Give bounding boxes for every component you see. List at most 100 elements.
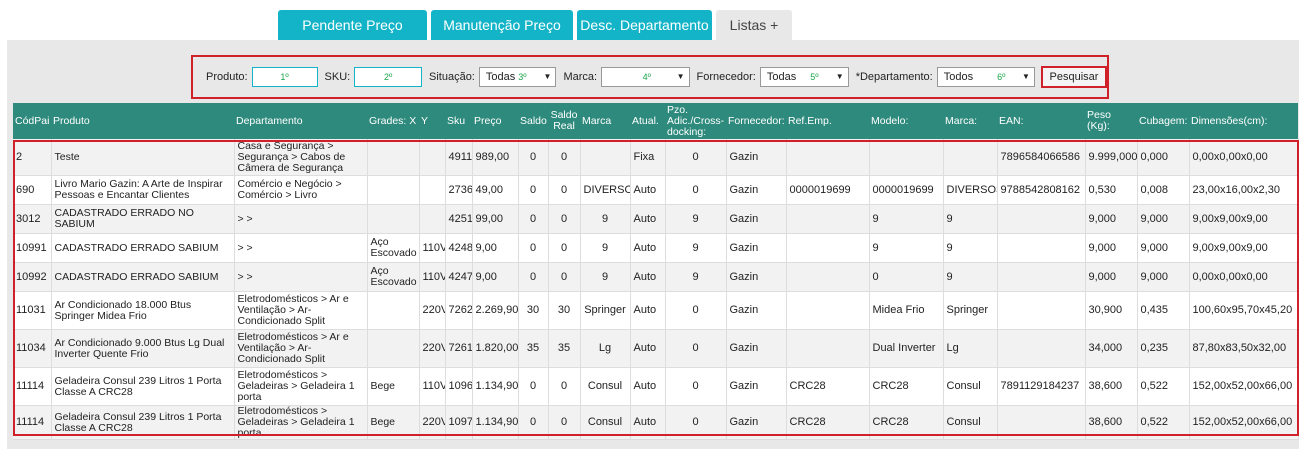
table-cell: 0	[665, 329, 727, 368]
table-cell: Aço Escovado	[367, 262, 420, 292]
table-cell: 1.820,00	[472, 329, 519, 368]
table-cell: Eletrodomésticos > Geladeiras > Geladeir…	[234, 367, 368, 406]
column-header: Y	[419, 103, 445, 139]
table-cell: Comércio e Negócio > Comércio > Livro	[234, 175, 368, 205]
table-cell: 0	[518, 139, 549, 176]
table-cell: 9788542808162	[997, 175, 1086, 205]
table-cell: Auto	[630, 329, 666, 368]
table-row[interactable]: 11114 Geladeira Consul 239 Litros 1 Porta…	[13, 405, 1299, 440]
table-cell: 0000019699	[786, 175, 870, 205]
chevron-down-icon: ▼	[835, 72, 844, 81]
table-cell: 9,00	[472, 233, 519, 263]
chevron-down-icon: ▼	[543, 72, 552, 81]
column-header: Produto	[51, 103, 234, 139]
table-cell: Dual Inverter	[869, 329, 944, 368]
table-cell: Gazin	[726, 233, 787, 263]
column-header: Fornecedor:	[726, 103, 786, 139]
table-row[interactable]: 11114 Geladeira Consul 239 Litros 1 Porta…	[13, 367, 1299, 406]
table-cell: 1.134,90	[472, 367, 519, 406]
table-cell: CRC28	[869, 405, 944, 440]
table-cell: 0	[548, 204, 581, 234]
table-cell: 0	[518, 204, 549, 234]
table-cell: 11114	[13, 405, 52, 440]
table-cell	[367, 175, 420, 205]
tab-manutencao-preco[interactable]: Manutenção Preço	[431, 10, 573, 40]
table-cell: 9	[943, 233, 998, 263]
table-cell: Livro Mario Gazin: A Arte de Inspirar Pe…	[51, 175, 235, 205]
produto-label: Produto:	[206, 71, 248, 83]
table-cell: Auto	[630, 175, 666, 205]
table-cell: 0	[548, 233, 581, 263]
table-cell: 0	[869, 262, 944, 292]
pesquisar-button[interactable]: Pesquisar	[1040, 66, 1107, 88]
table-body: 2 Teste Casa e Segurança > Segurança > Cab…	[13, 139, 1299, 440]
table-cell	[367, 139, 420, 176]
table-cell: 989,00	[472, 139, 519, 176]
departamento-select[interactable]: Todos 6º ▼	[936, 67, 1035, 87]
tab-listas[interactable]: Listas +	[716, 10, 792, 40]
table-cell: Auto	[630, 405, 666, 440]
table-cell: 0	[548, 405, 581, 440]
table-cell: 10991	[13, 233, 52, 263]
situacao-select[interactable]: Todas 3º ▼	[478, 67, 557, 87]
table-cell: Auto	[630, 262, 666, 292]
table-cell: 9,000	[1085, 233, 1138, 263]
table-cell: Gazin	[726, 204, 787, 234]
table-cell: 11114	[13, 367, 52, 406]
situacao-order: 3º	[518, 72, 527, 82]
table-cell: 0	[548, 262, 581, 292]
table-cell: 110V	[419, 262, 446, 292]
table-header: CódPai Produto Departamento Grades: X Y Sku Pr…	[13, 103, 1298, 139]
table-cell: 38,600	[1085, 367, 1138, 406]
table-cell: 0,530	[1085, 175, 1138, 205]
departamento-label: *Departamento:	[855, 71, 933, 83]
products-table: CódPai Produto Departamento Grades: X Y Sku Pr…	[13, 103, 1299, 440]
column-header: EAN:	[997, 103, 1085, 139]
table-cell: Springer	[943, 291, 998, 330]
table-cell: Auto	[630, 367, 666, 406]
tab-desc-departamento[interactable]: Desc. Departamento	[577, 10, 712, 40]
table-cell: 9.999,000	[1085, 139, 1138, 176]
table-row[interactable]: 2 Teste Casa e Segurança > Segurança > Cab…	[13, 139, 1299, 176]
column-header: Pzo. Adic./Cross-docking:	[665, 103, 726, 139]
table-cell: 152,00x52,00x66,00	[1189, 367, 1299, 406]
table-cell: 9	[665, 233, 727, 263]
table-cell: 9	[580, 204, 631, 234]
table-cell: 9,000	[1085, 262, 1138, 292]
tab-pendente-preco[interactable]: Pendente Preço	[278, 10, 427, 40]
fornecedor-label: Fornecedor:	[696, 71, 756, 83]
table-cell	[419, 139, 446, 176]
table-cell: 0,522	[1137, 405, 1190, 440]
sku-input[interactable]: 2º	[354, 67, 422, 87]
table-cell: 9	[665, 262, 727, 292]
table-row[interactable]: 3012 CADASTRADO ERRADO NO SABIUM > >4251 99…	[13, 204, 1299, 234]
table-cell: 220V	[419, 329, 446, 368]
marca-label: Marca:	[563, 71, 598, 83]
departamento-value: Todos	[943, 71, 974, 83]
fornecedor-value: Todas	[766, 71, 797, 83]
table-cell: 0,435	[1137, 291, 1190, 330]
table-row[interactable]: 11034 Ar Condicionado 9.000 Btus Lg Dual …	[13, 329, 1299, 368]
table-cell: 30,900	[1085, 291, 1138, 330]
column-header: Modelo:	[869, 103, 943, 139]
table-row[interactable]: 10992 CADASTRADO ERRADO SABIUM > > Aço Esco…	[13, 262, 1299, 292]
table-cell: 7896584066586	[997, 139, 1086, 176]
table-cell: 9	[665, 204, 727, 234]
table-row[interactable]: 11031 Ar Condicionado 18.000 Btus Springe…	[13, 291, 1299, 330]
table-cell: Gazin	[726, 367, 787, 406]
table-cell: 23,00x16,00x2,30	[1189, 175, 1299, 205]
header-row: CódPai Produto Departamento Grades: X Y Sku Pr…	[13, 103, 1298, 139]
table-row[interactable]: 690 Livro Mario Gazin: A Arte de Inspirar…	[13, 175, 1299, 205]
table-row[interactable]: 10991 CADASTRADO ERRADO SABIUM > > Aço Esco…	[13, 233, 1299, 263]
table-cell: CADASTRADO ERRADO SABIUM	[51, 262, 235, 292]
table-cell: 99,00	[472, 204, 519, 234]
fornecedor-select[interactable]: Todas 5º ▼	[759, 67, 849, 87]
column-header: Peso (Kg):	[1085, 103, 1137, 139]
marca-select[interactable]: 4º ▼	[601, 67, 690, 87]
table-cell: 0,00x0,00x0,00	[1189, 262, 1299, 292]
table-cell: Ar Condicionado 9.000 Btus Lg Dual Inver…	[51, 329, 235, 368]
produto-input[interactable]: 1º	[251, 67, 318, 87]
table-cell: 0000019699	[869, 175, 944, 205]
table-cell: 1.134,90	[472, 405, 519, 440]
table-cell: 4247	[445, 262, 473, 292]
